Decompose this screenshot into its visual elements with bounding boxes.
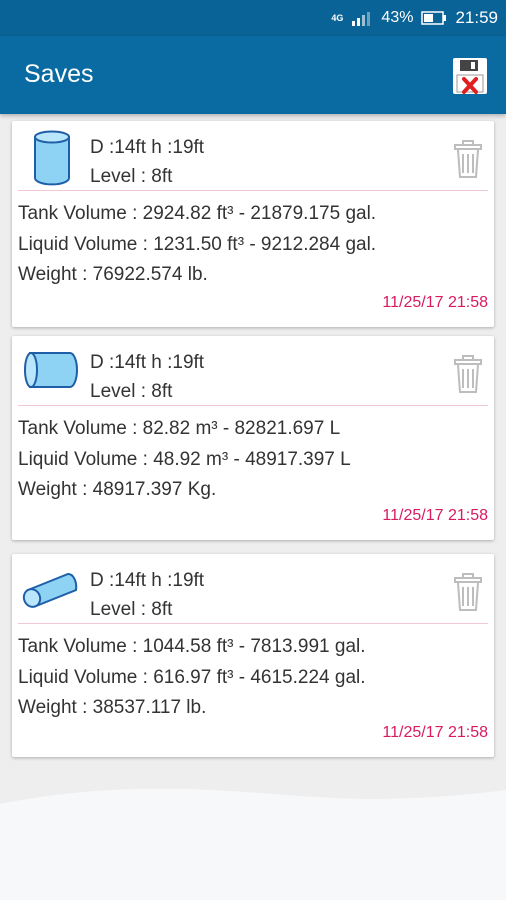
tank-level: Level : 8ft xyxy=(90,381,173,402)
delete-save-button[interactable] xyxy=(453,139,483,179)
app-bar: Saves xyxy=(0,36,506,114)
trash-icon xyxy=(454,140,482,178)
save-card[interactable]: D :14ft h :19ft Level : 8ft Tank Volume … xyxy=(12,121,494,327)
trash-icon xyxy=(454,573,482,611)
liquid-weight: Weight : 48917.397 Kg. xyxy=(18,479,217,500)
tank-volume: Tank Volume : 82.82 m³ - 82821.697 L xyxy=(18,418,341,439)
delete-save-button[interactable] xyxy=(453,354,483,394)
signal-icon xyxy=(351,10,373,26)
page-title: Saves xyxy=(24,60,94,88)
card-divider xyxy=(18,405,488,406)
delete-all-saves-button[interactable] xyxy=(451,56,489,96)
liquid-weight: Weight : 76922.574 lb. xyxy=(18,264,208,285)
tank-level: Level : 8ft xyxy=(90,599,173,620)
battery-percent: 43% xyxy=(381,9,414,26)
tank-volume: Tank Volume : 1044.58 ft³ - 7813.991 gal… xyxy=(18,636,366,657)
horizontal-cylinder-icon xyxy=(24,352,78,388)
save-card[interactable]: D :14ft h :19ft Level : 8ft Tank Volume … xyxy=(12,336,494,540)
tank-level: Level : 8ft xyxy=(90,166,173,187)
liquid-volume: Liquid Volume : 1231.50 ft³ - 9212.284 g… xyxy=(18,233,377,255)
trash-icon xyxy=(454,355,482,393)
clock: 21:59 xyxy=(455,8,498,27)
card-divider xyxy=(18,623,488,624)
tank-dimensions: D :14ft h :19ft xyxy=(90,352,205,373)
save-timestamp: 11/25/17 21:58 xyxy=(382,294,488,311)
liquid-volume: Liquid Volume : 616.97 ft³ - 4615.224 ga… xyxy=(18,666,366,688)
floppy-delete-icon xyxy=(453,58,487,94)
delete-save-button[interactable] xyxy=(453,572,483,612)
liquid-weight: Weight : 38537.117 lb. xyxy=(18,697,207,718)
save-card[interactable]: D :14ft h :19ft Level : 8ft Tank Volume … xyxy=(12,554,494,757)
status-bar: 4G 43% 21:59 xyxy=(0,0,506,36)
tank-dimensions: D :14ft h :19ft xyxy=(90,570,205,591)
background-wave xyxy=(0,788,506,900)
liquid-volume: Liquid Volume : 48.92 m³ - 48917.397 L xyxy=(18,448,351,470)
network-type-indicator: 4G xyxy=(331,12,344,23)
tank-volume: Tank Volume : 2924.82 ft³ - 21879.175 ga… xyxy=(18,203,377,224)
card-divider xyxy=(18,190,488,191)
save-timestamp: 11/25/17 21:58 xyxy=(382,507,488,524)
tilted-cylinder-icon xyxy=(22,573,78,608)
save-timestamp: 11/25/17 21:58 xyxy=(382,724,488,741)
tank-dimensions: D :14ft h :19ft xyxy=(90,137,205,158)
battery-icon xyxy=(421,11,447,25)
vertical-cylinder-icon xyxy=(34,130,70,186)
